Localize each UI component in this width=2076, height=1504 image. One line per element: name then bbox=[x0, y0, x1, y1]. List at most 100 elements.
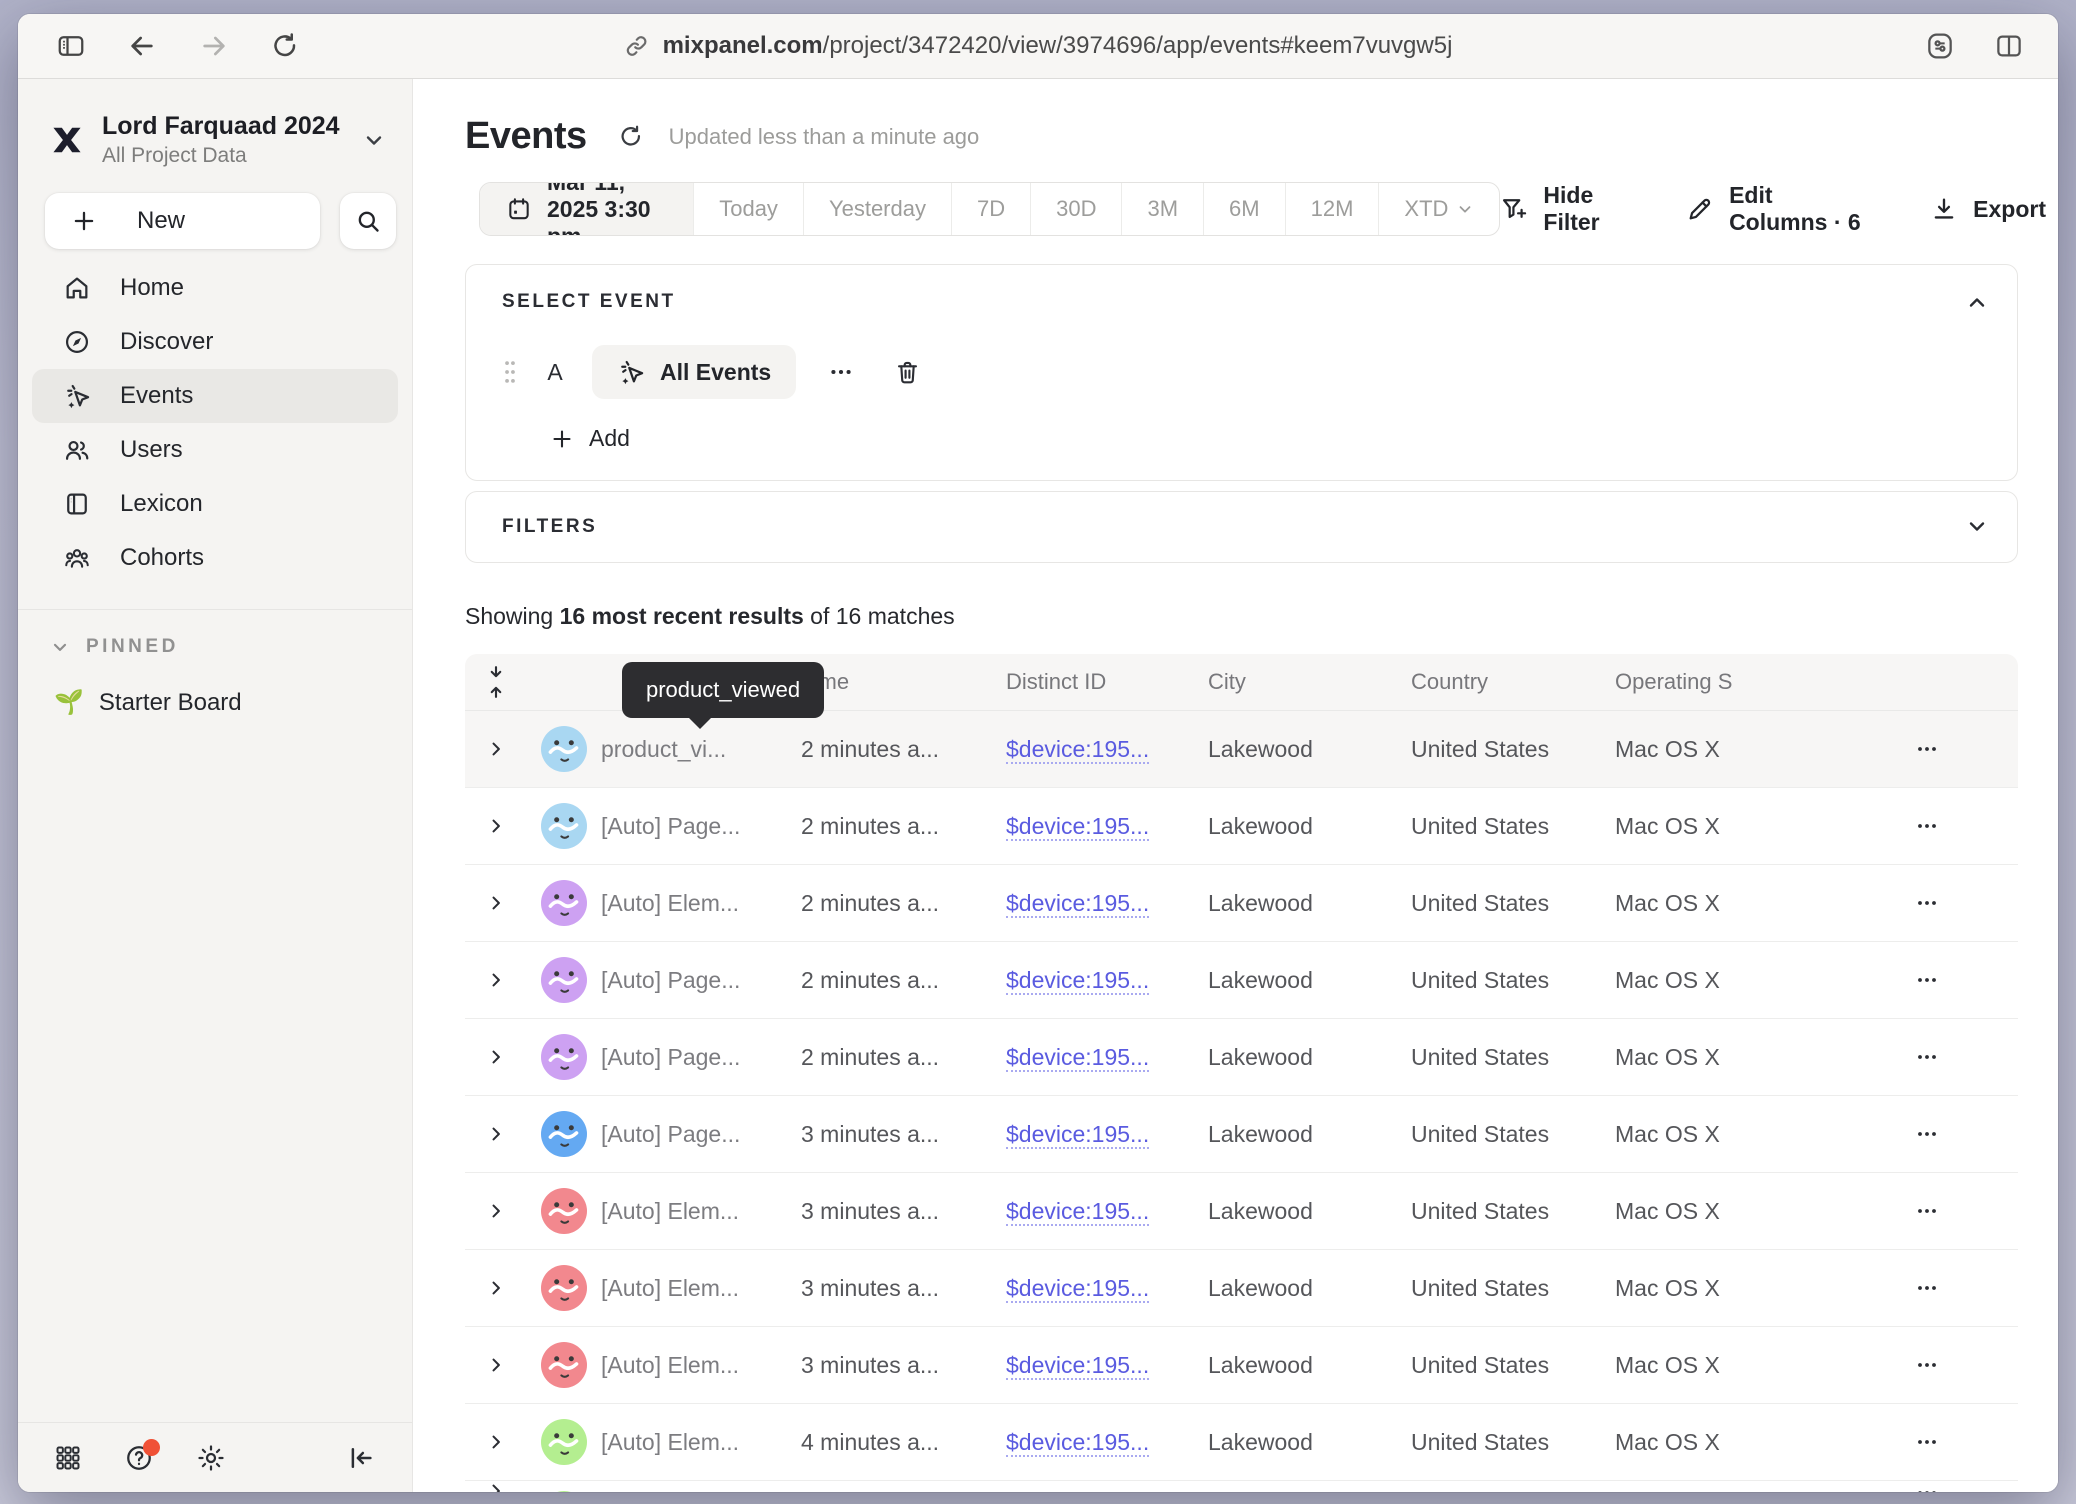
table-row[interactable]: [Auto] Elem... 3 minutes a... $device:19… bbox=[465, 1172, 2018, 1249]
header-os[interactable]: Operating S bbox=[1615, 669, 1835, 695]
table-row[interactable]: [Auto] Elem... 4 minutes a... $device:19… bbox=[465, 1403, 2018, 1480]
row-actions-icon[interactable] bbox=[1835, 1353, 2018, 1377]
address-bar[interactable]: mixpanel.com/project/3472420/view/397469… bbox=[624, 32, 1453, 60]
updated-status: Updated less than a minute ago bbox=[669, 124, 980, 150]
expand-row-icon[interactable] bbox=[465, 970, 527, 990]
distinct-id-link[interactable]: $device:195... bbox=[1006, 1198, 1149, 1226]
header-city[interactable]: City bbox=[1208, 669, 1411, 695]
row-actions-icon[interactable] bbox=[1835, 1481, 2018, 1492]
expand-row-icon[interactable] bbox=[465, 739, 527, 759]
table-row[interactable] bbox=[465, 1480, 2018, 1492]
gear-icon[interactable] bbox=[196, 1443, 226, 1473]
row-actions-icon[interactable] bbox=[1835, 1122, 2018, 1146]
date-picker-button[interactable]: Mar 11, 2025 3:30 pm bbox=[480, 183, 693, 235]
search-button[interactable] bbox=[340, 193, 396, 249]
table-row[interactable]: [Auto] Elem... 2 minutes a... $device:19… bbox=[465, 864, 2018, 941]
expand-row-icon[interactable] bbox=[465, 1481, 527, 1492]
hide-filter-button[interactable]: Hide Filter bbox=[1500, 182, 1632, 236]
edit-columns-button[interactable]: Edit Columns · 6 bbox=[1686, 182, 1876, 236]
range-yesterday[interactable]: Yesterday bbox=[803, 183, 951, 235]
new-button[interactable]: New bbox=[45, 193, 320, 249]
range-30d[interactable]: 30D bbox=[1030, 183, 1121, 235]
collapse-sidebar-icon[interactable] bbox=[346, 1443, 376, 1473]
city-cell: Lakewood bbox=[1208, 1352, 1411, 1379]
export-button[interactable]: Export bbox=[1930, 195, 2046, 223]
expand-row-icon[interactable] bbox=[465, 1047, 527, 1067]
workspace-switcher[interactable]: Lord Farquaad 2024 All Project Data bbox=[18, 79, 412, 177]
drag-handle-icon[interactable] bbox=[502, 359, 518, 385]
table-row[interactable]: [Auto] Page... 3 minutes a... $device:19… bbox=[465, 1095, 2018, 1172]
sidebar-item-starter-board[interactable]: 🌱 Starter Board bbox=[18, 658, 412, 717]
row-actions-icon[interactable] bbox=[1835, 1276, 2018, 1300]
table-row[interactable]: [Auto] Elem... 3 minutes a... $device:19… bbox=[465, 1249, 2018, 1326]
chevron-up-icon[interactable] bbox=[1965, 291, 1989, 315]
header-distinct-id[interactable]: Distinct ID bbox=[1006, 669, 1208, 695]
table-row[interactable]: [Auto] Page... 2 minutes a... $device:19… bbox=[465, 941, 2018, 1018]
refresh-icon[interactable] bbox=[617, 123, 645, 151]
sidebar-toggle-icon[interactable] bbox=[56, 31, 86, 61]
distinct-id-link[interactable]: $device:195... bbox=[1006, 1044, 1149, 1072]
range-xtd[interactable]: XTD bbox=[1378, 183, 1499, 235]
row-actions-icon[interactable] bbox=[1835, 1199, 2018, 1223]
range-6m[interactable]: 6M bbox=[1203, 183, 1285, 235]
expand-row-icon[interactable] bbox=[465, 893, 527, 913]
xtd-label: XTD bbox=[1404, 196, 1448, 222]
help-button[interactable] bbox=[124, 1443, 154, 1473]
add-event-button[interactable]: Add bbox=[550, 425, 630, 452]
distinct-id-link[interactable]: $device:195... bbox=[1006, 813, 1149, 841]
mixpanel-logo-icon bbox=[48, 121, 86, 159]
expand-row-icon[interactable] bbox=[465, 1432, 527, 1452]
expand-row-icon[interactable] bbox=[465, 816, 527, 836]
distinct-id-link[interactable]: $device:195... bbox=[1006, 967, 1149, 995]
expand-row-icon[interactable] bbox=[465, 1201, 527, 1221]
chevron-down-icon[interactable] bbox=[1965, 514, 1989, 538]
expand-row-icon[interactable] bbox=[465, 1278, 527, 1298]
row-actions-icon[interactable] bbox=[1835, 891, 2018, 915]
event-name-cell: [Auto] Page... bbox=[601, 813, 801, 840]
row-actions-icon[interactable] bbox=[1835, 1045, 2018, 1069]
distinct-id-link[interactable]: $device:195... bbox=[1006, 736, 1149, 764]
row-actions-icon[interactable] bbox=[1835, 968, 2018, 992]
split-view-icon[interactable] bbox=[1994, 31, 2024, 61]
sidebar-item-users[interactable]: Users bbox=[32, 423, 398, 477]
sidebar-item-events[interactable]: Events bbox=[32, 369, 398, 423]
sidebar-item-lexicon[interactable]: Lexicon bbox=[32, 477, 398, 531]
row-actions-icon[interactable] bbox=[1835, 737, 2018, 761]
range-7d[interactable]: 7D bbox=[951, 183, 1030, 235]
new-button-label: New bbox=[137, 207, 185, 235]
distinct-id-link[interactable]: $device:195... bbox=[1006, 1275, 1149, 1303]
range-today[interactable]: Today bbox=[693, 183, 803, 235]
collapse-rows-icon[interactable] bbox=[465, 665, 527, 699]
header-time[interactable]: Time bbox=[801, 669, 1006, 695]
distinct-id-link[interactable]: $device:195... bbox=[1006, 890, 1149, 918]
table-row[interactable]: [Auto] Page... 2 minutes a... $device:19… bbox=[465, 1018, 2018, 1095]
expand-row-icon[interactable] bbox=[465, 1124, 527, 1144]
range-3m[interactable]: 3M bbox=[1121, 183, 1203, 235]
trash-icon[interactable] bbox=[894, 359, 921, 386]
apps-grid-icon[interactable] bbox=[54, 1444, 82, 1472]
reload-icon[interactable] bbox=[270, 31, 300, 61]
country-cell: United States bbox=[1411, 1429, 1615, 1456]
event-selector-pill[interactable]: All Events bbox=[592, 345, 796, 399]
more-options-icon[interactable] bbox=[822, 359, 860, 385]
distinct-id-link[interactable]: $device:195... bbox=[1006, 1352, 1149, 1380]
table-row[interactable]: [Auto] Elem... 3 minutes a... $device:19… bbox=[465, 1326, 2018, 1403]
time-cell: 2 minutes a... bbox=[801, 813, 1006, 840]
row-actions-icon[interactable] bbox=[1835, 1430, 2018, 1454]
sidebar-item-home[interactable]: Home bbox=[32, 261, 398, 315]
sidebar-item-cohorts[interactable]: Cohorts bbox=[32, 531, 398, 585]
page-settings-icon[interactable] bbox=[1924, 30, 1956, 62]
expand-row-icon[interactable] bbox=[465, 1355, 527, 1375]
city-cell: Lakewood bbox=[1208, 1121, 1411, 1148]
pinned-section-header[interactable]: PINNED bbox=[18, 610, 412, 658]
back-icon[interactable] bbox=[126, 30, 158, 62]
date-range-control: Mar 11, 2025 3:30 pm Today Yesterday 7D … bbox=[479, 182, 1500, 236]
sidebar-item-discover[interactable]: Discover bbox=[32, 315, 398, 369]
range-12m[interactable]: 12M bbox=[1285, 183, 1379, 235]
distinct-id-link[interactable]: $device:195... bbox=[1006, 1429, 1149, 1457]
sidebar-item-label: Cohorts bbox=[120, 544, 204, 572]
row-actions-icon[interactable] bbox=[1835, 814, 2018, 838]
table-row[interactable]: [Auto] Page... 2 minutes a... $device:19… bbox=[465, 787, 2018, 864]
distinct-id-link[interactable]: $device:195... bbox=[1006, 1121, 1149, 1149]
header-country[interactable]: Country bbox=[1411, 669, 1615, 695]
